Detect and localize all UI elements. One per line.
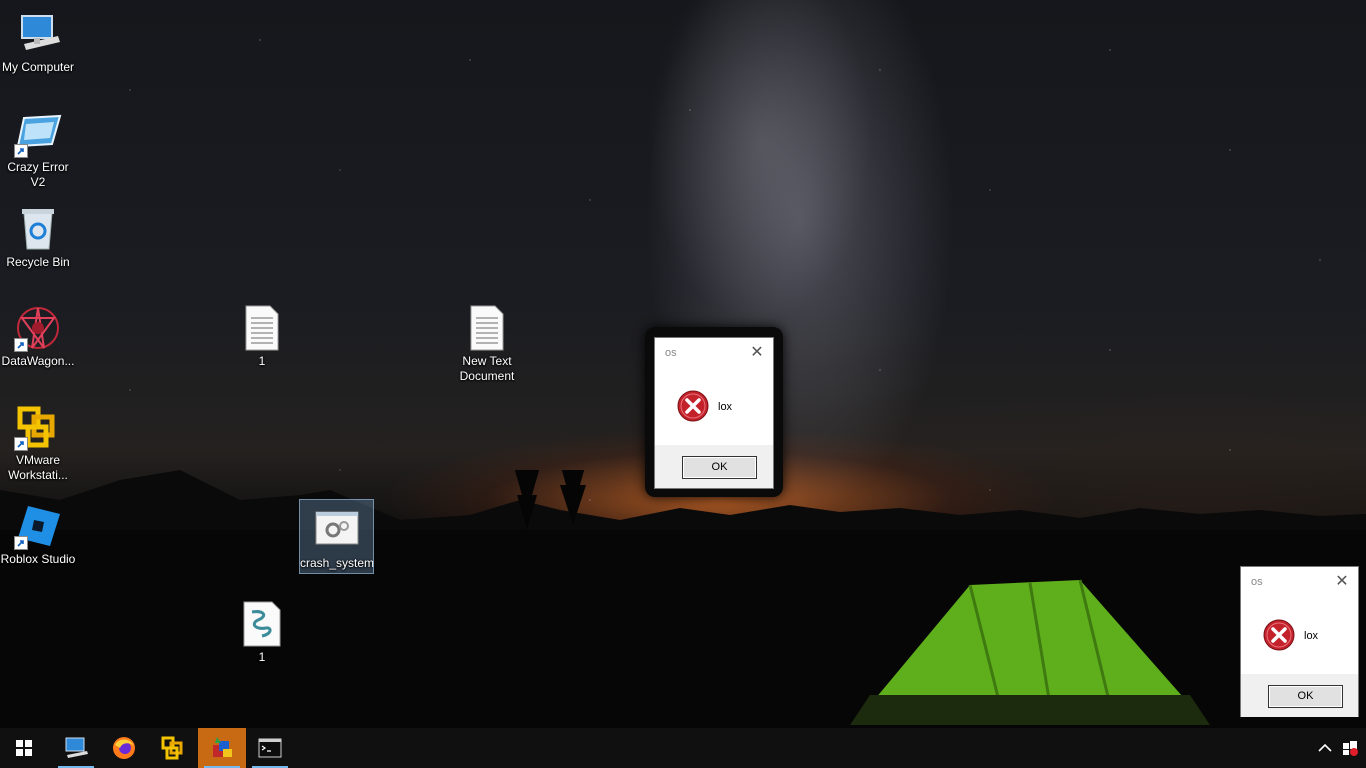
taskbar-app-installer[interactable] [198,728,246,768]
dialog-title: os [665,347,677,359]
dialog-footer: OK [1241,674,1358,717]
error-dialog-corner[interactable]: os ✕ lox OK [1240,566,1359,717]
desktop-icon-crash-system[interactable]: crash_system [299,499,374,574]
error-icon [1263,619,1295,651]
desktop-icon-datawagon[interactable]: DataWagon... [0,304,76,369]
firefox-icon [113,737,135,759]
taskbar-app-my-computer[interactable] [52,728,100,768]
vmware-icon [14,403,62,451]
computer-icon [65,737,88,758]
crazy-error-icon [14,110,62,158]
ok-button[interactable]: OK [1268,685,1343,708]
desktop-icon-my-computer[interactable]: My Computer [0,10,76,75]
start-button[interactable] [0,728,48,768]
error-icon [677,390,709,422]
script-file-icon [238,600,286,648]
datawagon-icon [14,304,62,352]
shortcut-arrow-icon [14,437,28,451]
windows-start-icon [16,740,32,756]
executable-icon [313,506,361,554]
desktop-icon-text-file-1[interactable]: 1 [224,304,300,369]
terminal-icon [258,738,282,758]
desktop-icon-script-file-1[interactable]: 1 [224,600,300,665]
installer-icon [213,737,232,757]
error-dialog-center[interactable]: os ✕ lox OK [654,337,774,489]
show-hidden-icons-button[interactable] [1312,728,1338,768]
ok-button[interactable]: OK [682,456,757,479]
chevron-up-icon [1318,743,1332,752]
desktop-icon-new-text-document[interactable]: New Text Document [449,304,525,384]
desktop-icon-roblox-studio[interactable]: Roblox Studio [0,502,76,567]
notification-area-button[interactable] [1338,728,1362,768]
text-file-icon [463,304,511,352]
recycle-bin-icon [14,205,62,253]
green-tent [850,579,1210,725]
desktop-icon-vmware[interactable]: VMware Workstati... [0,403,76,483]
vmware-icon [161,736,183,760]
close-icon[interactable]: ✕ [1332,572,1352,592]
shortcut-arrow-icon [14,144,28,158]
dialog-title: os [1251,576,1263,588]
dialog-footer: OK [655,445,773,488]
shortcut-arrow-icon [14,536,28,550]
roblox-studio-icon [14,502,62,550]
text-file-icon [238,304,286,352]
computer-icon [14,10,62,58]
dialog-titlebar[interactable]: os ✕ [1241,567,1358,597]
dialog-body: lox [655,368,773,445]
dialog-body: lox [1241,597,1358,674]
desktop-icon-recycle-bin[interactable]: Recycle Bin [0,205,76,270]
dialog-message: lox [1304,630,1319,642]
taskbar-app-firefox[interactable] [100,728,148,768]
notification-icon [1343,741,1358,756]
taskbar [0,728,1366,768]
dialog-titlebar[interactable]: os ✕ [655,338,773,368]
dialog-message: lox [718,401,733,413]
taskbar-app-command-prompt[interactable] [246,728,294,768]
close-icon[interactable]: ✕ [747,343,767,363]
taskbar-app-vmware[interactable] [149,728,197,768]
desktop-icon-crazy-error[interactable]: Crazy Error V2 [0,110,76,190]
shortcut-arrow-icon [14,338,28,352]
